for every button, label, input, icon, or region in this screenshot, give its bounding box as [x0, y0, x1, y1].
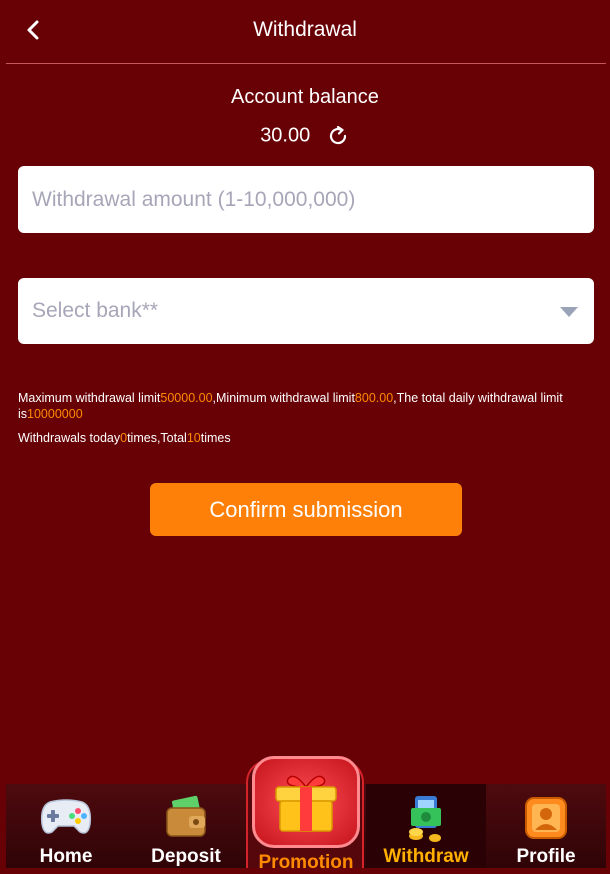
withdrawal-amount-input[interactable]	[32, 166, 580, 234]
withdrawal-count-text: Withdrawals today0times,Total10times	[18, 431, 231, 445]
money-phone-icon	[409, 796, 441, 842]
nav-label-profile: Profile	[516, 846, 576, 867]
withdrawal-amount-field[interactable]	[18, 166, 594, 234]
nav-label-home: Home	[39, 846, 93, 867]
header: Withdrawal	[0, 0, 610, 63]
page-title: Withdrawal	[253, 18, 357, 41]
nav-item-promotion[interactable]	[252, 756, 360, 848]
nav-item-deposit[interactable]: Deposit	[126, 784, 246, 868]
refresh-icon[interactable]	[326, 124, 350, 148]
dropdown-caret-icon	[560, 307, 578, 317]
nav-label-withdraw: Withdraw	[383, 846, 469, 867]
gift-icon	[275, 775, 337, 832]
withdrawal-limits-text: Maximum withdrawal limit50000.00,Minimum…	[18, 391, 563, 421]
gamepad-icon	[40, 799, 92, 834]
confirm-submission-button[interactable]: Confirm submission	[150, 483, 462, 536]
balance-label: Account balance	[231, 86, 379, 108]
nav-label-promotion: Promotion	[258, 852, 354, 873]
nav-label-deposit: Deposit	[151, 846, 221, 867]
balance-row: 30.00	[0, 124, 610, 148]
nav-item-profile[interactable]: Profile	[486, 784, 606, 868]
wallet-icon	[166, 795, 206, 837]
profile-icon	[525, 797, 567, 839]
nav-item-withdraw[interactable]: Withdraw	[366, 784, 486, 868]
bank-select[interactable]: Select bank**	[18, 278, 594, 344]
bank-select-placeholder: Select bank**	[32, 299, 159, 322]
header-divider	[6, 63, 606, 64]
nav-item-home[interactable]: Home	[6, 784, 126, 868]
balance-value: 30.00	[260, 124, 311, 147]
